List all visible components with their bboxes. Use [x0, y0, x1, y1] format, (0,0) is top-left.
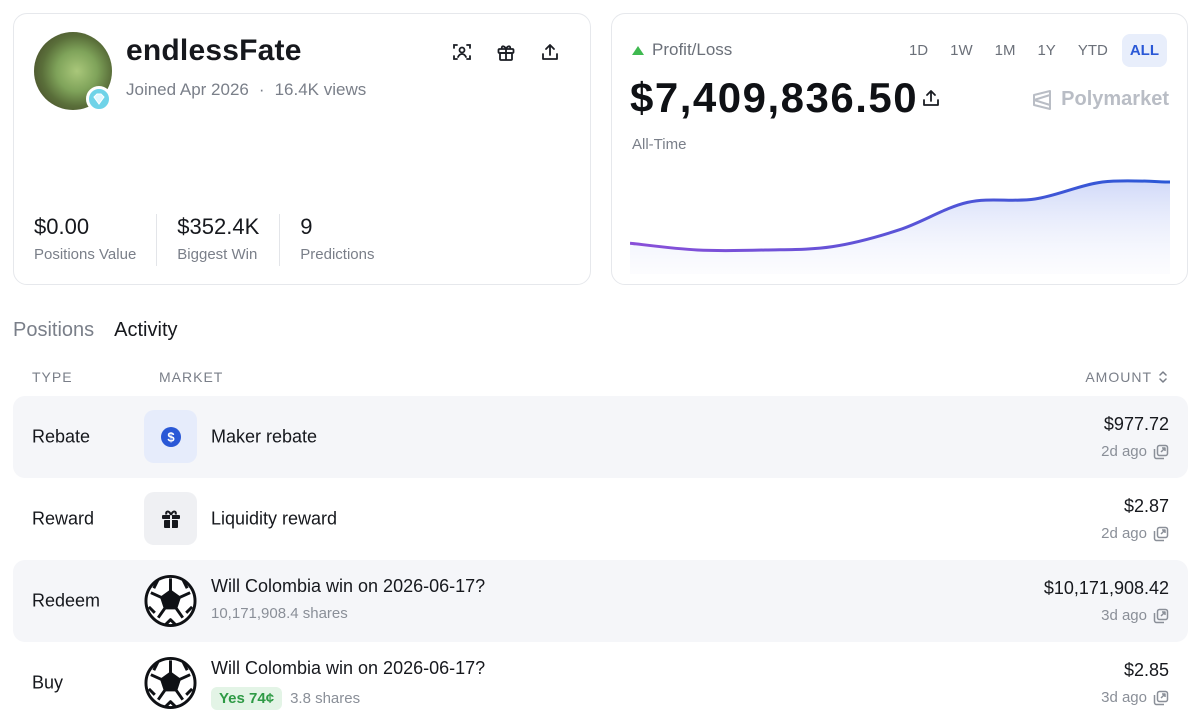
outcome-pill: Yes 74¢ — [211, 687, 283, 710]
stat-biggest-win: $352.4K Biggest Win — [177, 214, 281, 266]
tab-bar: Positions Activity — [13, 319, 178, 342]
row-time: 3d ago — [1101, 607, 1169, 624]
stat-value: 9 — [300, 214, 313, 239]
polymarket-logo-icon — [1033, 89, 1052, 110]
username: endlessFate — [126, 34, 302, 67]
row-time-label: 2d ago — [1101, 525, 1147, 542]
pnl-title: Profit/Loss — [632, 40, 732, 60]
profile-meta: Joined Apr 2026 · 16.4K views — [126, 80, 366, 100]
view-count: 16.4K views — [274, 80, 367, 99]
polymarket-brand: Polymarket — [1031, 88, 1169, 111]
row-amount: $2.85 — [1123, 660, 1169, 680]
diamond-badge-icon — [86, 86, 112, 112]
row-shares: 10,171,908.4 shares — [211, 605, 348, 622]
row-time-label: 3d ago — [1101, 689, 1147, 706]
profile-card: endlessFate Joined Apr 2026 · 16.4K views … — [13, 13, 591, 285]
column-header-type: TYPE — [32, 369, 73, 385]
gift-icon — [144, 492, 197, 545]
table-row[interactable]: Redeem Will Colombia win on 2026-06-17? … — [13, 560, 1188, 642]
pnl-area-fill — [630, 180, 1170, 274]
dollar-coin-icon: $ — [144, 410, 197, 463]
range-all[interactable]: ALL — [1121, 34, 1167, 67]
external-link-icon[interactable] — [1153, 526, 1169, 542]
joined-date: Joined Apr 2026 — [126, 80, 249, 99]
range-1w[interactable]: 1W — [942, 34, 981, 67]
profile-stats: $0.00 Positions Value $352.4K Biggest Wi… — [34, 214, 414, 266]
soccer-ball-icon — [144, 574, 197, 627]
period-label: All-Time — [632, 136, 687, 153]
range-1y[interactable]: 1Y — [1029, 34, 1063, 67]
range-ytd[interactable]: YTD — [1070, 34, 1116, 67]
row-time-label: 3d ago — [1101, 607, 1147, 624]
row-time-label: 2d ago — [1101, 443, 1147, 460]
external-link-icon[interactable] — [1153, 608, 1169, 624]
stat-label: Predictions — [300, 246, 375, 263]
row-amount: $10,171,908.42 — [1043, 578, 1169, 598]
row-type: Rebate — [32, 426, 91, 447]
share-icon[interactable] — [538, 40, 562, 64]
up-triangle-icon — [632, 45, 644, 55]
brand-name: Polymarket — [1061, 88, 1169, 110]
row-sub: Yes 74¢ 3.8 shares — [211, 687, 360, 710]
stat-label: Positions Value — [34, 246, 137, 263]
row-type: Buy — [32, 672, 64, 693]
gift-icon[interactable] — [494, 40, 518, 64]
pnl-chart — [630, 179, 1170, 274]
range-1d[interactable]: 1D — [901, 34, 936, 67]
row-market[interactable]: Will Colombia win on 2026-06-17? — [211, 658, 485, 679]
row-amount: $977.72 — [1103, 414, 1169, 434]
external-link-icon[interactable] — [1153, 444, 1169, 460]
pnl-title-label: Profit/Loss — [652, 40, 733, 59]
range-selector: 1D 1W 1M 1Y YTD ALL — [901, 34, 1167, 67]
stat-label: Biggest Win — [177, 246, 258, 263]
external-link-icon[interactable] — [1153, 690, 1169, 706]
row-market[interactable]: Liquidity reward — [211, 509, 337, 530]
amount-header-label: AMOUNT — [1085, 369, 1152, 385]
row-sub: 10,171,908.4 shares — [211, 605, 348, 622]
scan-face-icon[interactable] — [450, 40, 474, 64]
table-row[interactable]: Rebate $ Maker rebate $977.72 2d ago — [13, 396, 1188, 478]
tab-activity[interactable]: Activity — [114, 319, 177, 342]
svg-text:$: $ — [167, 429, 175, 444]
tab-positions[interactable]: Positions — [13, 319, 94, 342]
stat-positions-value: $0.00 Positions Value — [34, 214, 158, 266]
sort-icon — [1159, 371, 1167, 383]
row-type: Redeem — [32, 590, 101, 611]
row-time: 3d ago — [1101, 689, 1169, 706]
column-header-market: MARKET — [159, 369, 224, 385]
stat-value: $352.4K — [177, 214, 260, 239]
meta-separator: · — [258, 80, 265, 99]
profit-loss-card: Profit/Loss 1D 1W 1M 1Y YTD ALL $7,409,8… — [611, 13, 1188, 285]
range-1m[interactable]: 1M — [987, 34, 1024, 67]
table-row[interactable]: Buy Will Colombia win on 2026-06-17? Yes… — [13, 642, 1188, 724]
row-market[interactable]: Will Colombia win on 2026-06-17? — [211, 576, 485, 597]
column-header-amount[interactable]: AMOUNT — [1085, 369, 1168, 385]
table-row[interactable]: Reward Liquidity reward $2.87 2d ago — [13, 478, 1188, 560]
stat-value: $0.00 — [34, 214, 90, 239]
pnl-value: $7,409,836.50 — [630, 74, 919, 121]
row-market[interactable]: Maker rebate — [211, 427, 317, 448]
soccer-ball-icon — [144, 656, 197, 709]
share-icon[interactable] — [921, 88, 941, 113]
row-amount: $2.87 — [1123, 496, 1169, 516]
row-shares: 3.8 shares — [290, 690, 361, 707]
profile-actions — [450, 40, 562, 64]
row-time: 2d ago — [1101, 525, 1169, 542]
row-type: Reward — [32, 508, 95, 529]
activity-table: Rebate $ Maker rebate $977.72 2d ago Rew… — [13, 396, 1188, 724]
stat-predictions: 9 Predictions — [300, 214, 394, 266]
row-time: 2d ago — [1101, 443, 1169, 460]
